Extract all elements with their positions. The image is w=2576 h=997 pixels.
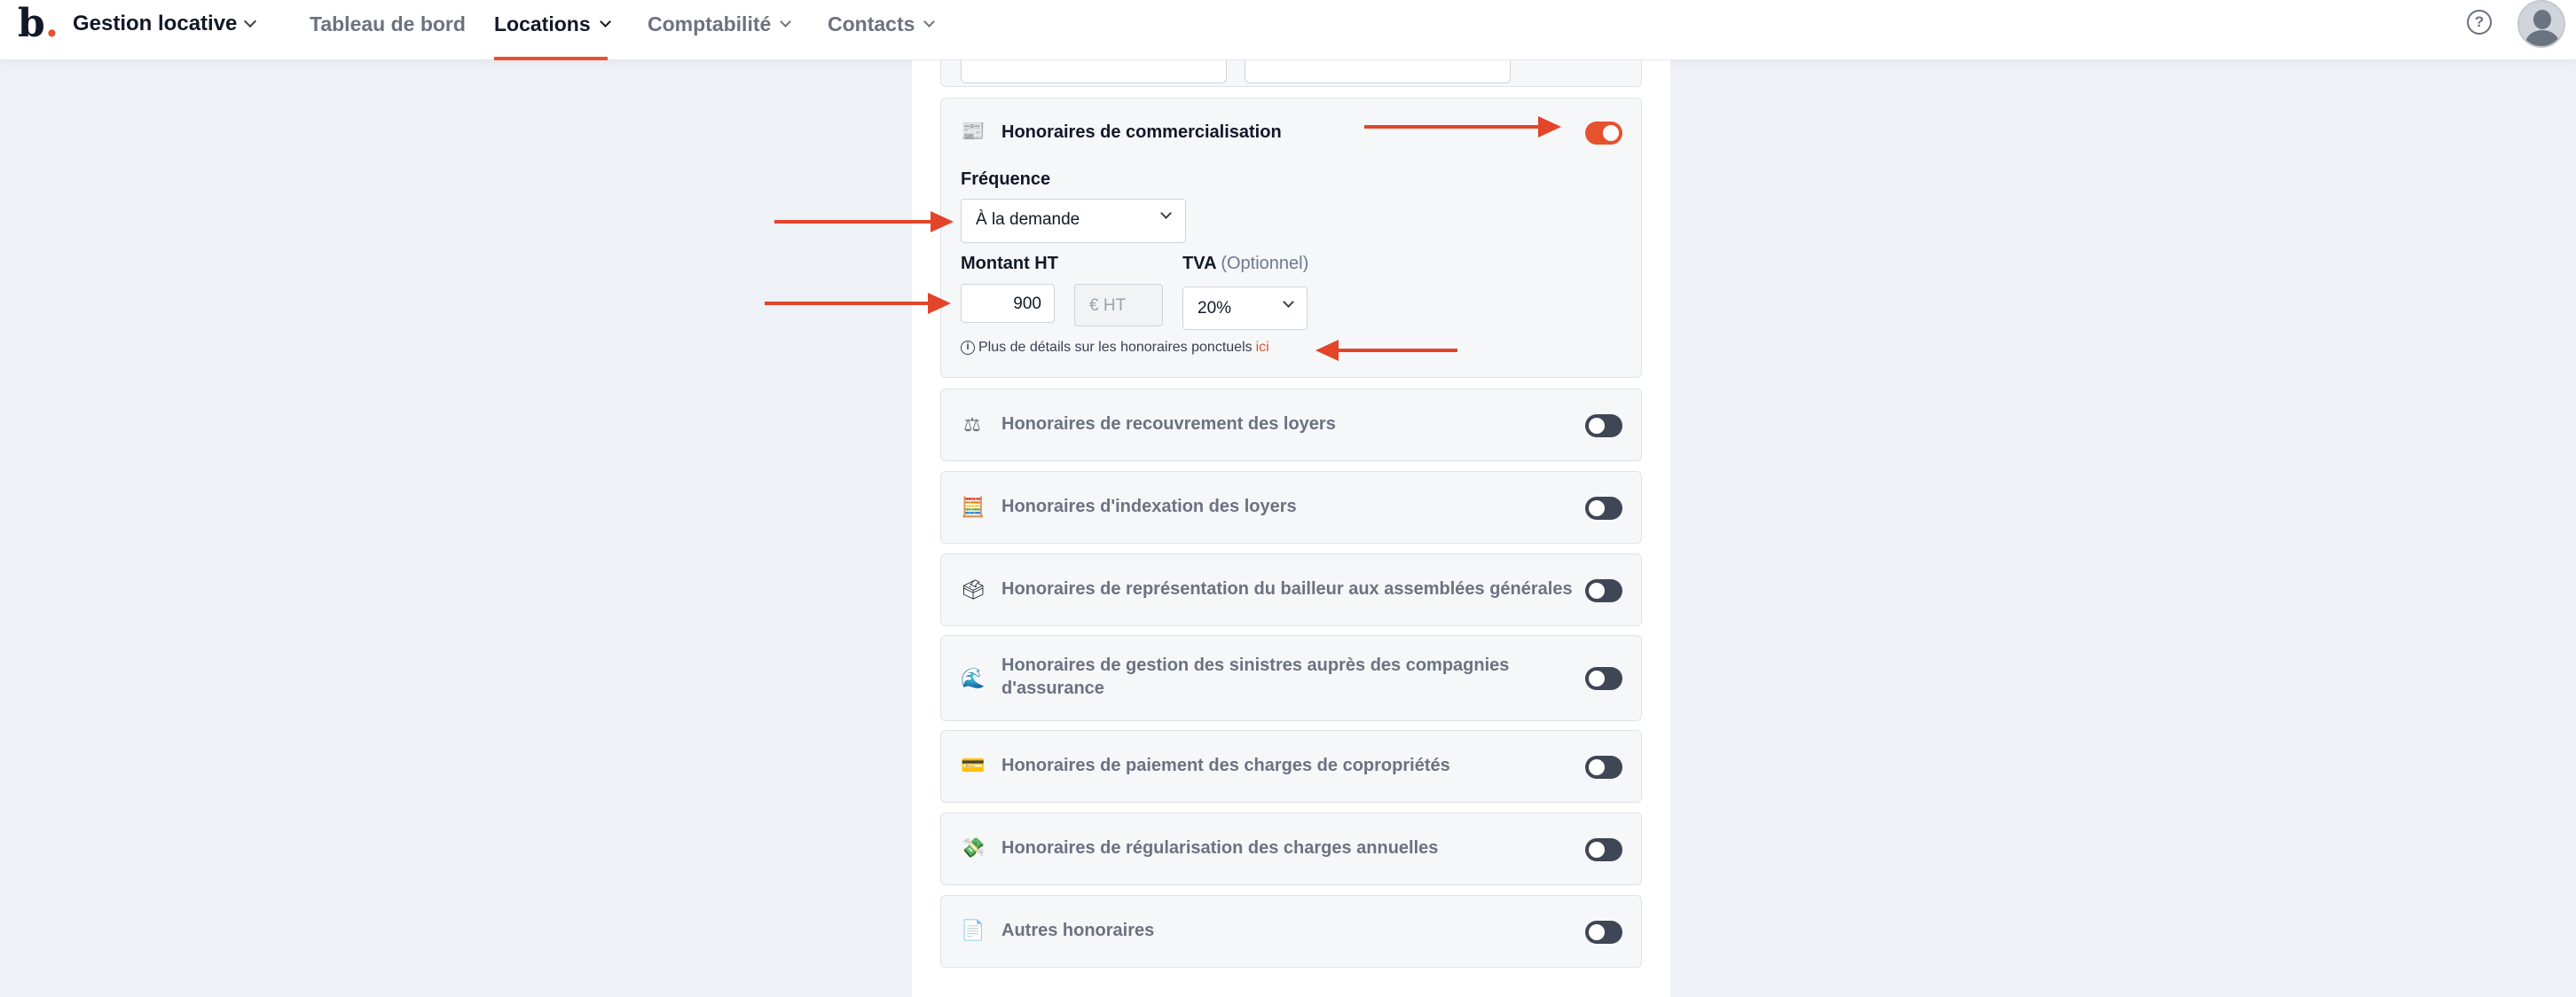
fee-card-coproprietes: 💳 Honoraires de paiement des charges de …: [940, 730, 1642, 803]
montant-input[interactable]: 900: [961, 284, 1055, 323]
montant-value: 900: [1013, 294, 1041, 313]
tva-optional: (Optionnel): [1221, 254, 1309, 273]
brand-menu[interactable]: Gestion locative: [73, 11, 257, 37]
frequence-value: À la demande: [976, 210, 1080, 229]
info-text: Plus de détails sur les honoraires ponct…: [978, 340, 1253, 355]
annotation-arrow-frequence: [774, 211, 954, 232]
brand-label: Gestion locative: [73, 12, 238, 35]
fee-toggle[interactable]: [1585, 838, 1622, 861]
nav-tableau-de-bord[interactable]: Tableau de bord: [310, 11, 466, 37]
toggle-knob: [1589, 671, 1605, 687]
avatar-head: [2533, 10, 2551, 29]
fee-title-line2: d'assurance: [1001, 679, 1104, 698]
avatar[interactable]: [2517, 0, 2565, 48]
toggle-knob: [1589, 759, 1605, 775]
toggle-knob: [1589, 418, 1605, 434]
chevron-down-icon: [599, 15, 611, 27]
fee-card-commercialisation: 📰 Honoraires de commercialisation Fréque…: [940, 98, 1642, 378]
previous-fee-card: [940, 60, 1642, 87]
tva-select[interactable]: 20%: [1182, 287, 1308, 330]
logo[interactable]: b.: [18, 2, 59, 46]
montant-label: Montant HT: [961, 254, 1058, 273]
tva-label: TVA (Optionnel): [1182, 254, 1308, 274]
fee-title: Honoraires de recouvrement des loyers: [1001, 414, 1336, 434]
info-icon: i: [961, 341, 975, 355]
top-navigation-bar: b. Gestion locative Tableau de bord Loca…: [0, 0, 2576, 60]
tva-value: 20%: [1198, 299, 1232, 318]
nav-label: Tableau de bord: [310, 12, 466, 35]
fee-title: Honoraires de représentation du bailleur…: [1001, 579, 1573, 599]
toggle-knob: [1589, 924, 1605, 940]
help-icon[interactable]: ?: [2467, 10, 2492, 35]
chevron-down-icon: [923, 15, 936, 27]
fee-toggle[interactable]: [1585, 756, 1622, 779]
fee-toggle[interactable]: [1585, 414, 1622, 437]
fee-toggle[interactable]: [1585, 122, 1622, 145]
fee-card-regularisation: 💸 Honoraires de régularisation des charg…: [940, 813, 1642, 885]
chevron-down-icon: [780, 15, 792, 27]
active-nav-indicator: [494, 57, 608, 60]
nav-locations[interactable]: Locations: [494, 11, 611, 37]
previous-input-1[interactable]: [961, 60, 1227, 83]
toggle-knob: [1603, 125, 1619, 141]
fee-card-recouvrement: ⚖ Honoraires de recouvrement des loyers: [940, 389, 1642, 461]
nav-label: Contacts: [828, 12, 915, 35]
nav-comptabilite[interactable]: Comptabilité: [648, 11, 792, 37]
logo-letter: b: [18, 1, 45, 46]
annotation-arrow-info-link: [1315, 340, 1457, 361]
previous-input-2[interactable]: [1245, 60, 1511, 83]
tva-label-text: TVA: [1182, 254, 1216, 273]
money-wings-icon: 💸: [961, 836, 986, 859]
chevron-down-icon: [1283, 296, 1294, 308]
fee-card-indexation: 🧮 Honoraires d'indexation des loyers: [940, 471, 1642, 544]
newspaper-icon: 📰: [961, 120, 986, 142]
ballot-box-icon: 🗳: [961, 578, 986, 601]
fee-title-line1: Honoraires de gestion des sinistres aupr…: [1001, 656, 1510, 675]
chevron-down-icon: [1160, 208, 1172, 219]
frequence-label: Fréquence: [961, 169, 1051, 189]
toggle-knob: [1589, 842, 1605, 858]
chevron-down-icon: [244, 14, 257, 28]
info-link[interactable]: ici: [1256, 340, 1269, 356]
annotation-arrow-toggle: [1364, 116, 1561, 137]
credit-card-icon: 💳: [961, 754, 986, 776]
fee-toggle[interactable]: [1585, 921, 1622, 944]
fee-toggle[interactable]: [1585, 667, 1622, 690]
fee-title: Honoraires de paiement des charges de co…: [1001, 756, 1450, 775]
fee-title: Honoraires de régularisation des charges…: [1001, 838, 1439, 858]
flood-icon: 🌊: [961, 667, 986, 689]
fee-toggle[interactable]: [1585, 497, 1622, 520]
info-line: i Plus de détails sur les honoraires pon…: [961, 340, 1269, 356]
fee-card-representation: 🗳 Honoraires de représentation du baille…: [940, 553, 1642, 626]
toggle-knob: [1589, 583, 1605, 599]
avatar-body: [2525, 30, 2559, 46]
fee-card-sinistres: 🌊 Honoraires de gestion des sinistres au…: [940, 635, 1642, 721]
fee-toggle[interactable]: [1585, 579, 1622, 602]
toggle-knob: [1589, 500, 1605, 516]
unit-field: € HT: [1074, 284, 1163, 326]
nav-contacts[interactable]: Contacts: [828, 11, 936, 37]
fee-card-autres: 📄 Autres honoraires: [940, 895, 1642, 968]
fee-title: Honoraires d'indexation des loyers: [1001, 497, 1297, 516]
annotation-arrow-montant: [765, 293, 951, 314]
frequence-select[interactable]: À la demande: [961, 199, 1186, 243]
nav-label: Comptabilité: [648, 12, 772, 35]
balance-icon: ⚖: [963, 413, 981, 436]
fee-title: Autres honoraires: [1001, 921, 1155, 940]
fee-title: Honoraires de commercialisation: [1001, 122, 1282, 142]
abacus-icon: 🧮: [961, 496, 986, 518]
logo-dot: .: [44, 1, 59, 46]
nav-label: Locations: [494, 12, 591, 35]
unit-placeholder: € HT: [1089, 296, 1127, 315]
document-icon: 📄: [961, 919, 986, 941]
